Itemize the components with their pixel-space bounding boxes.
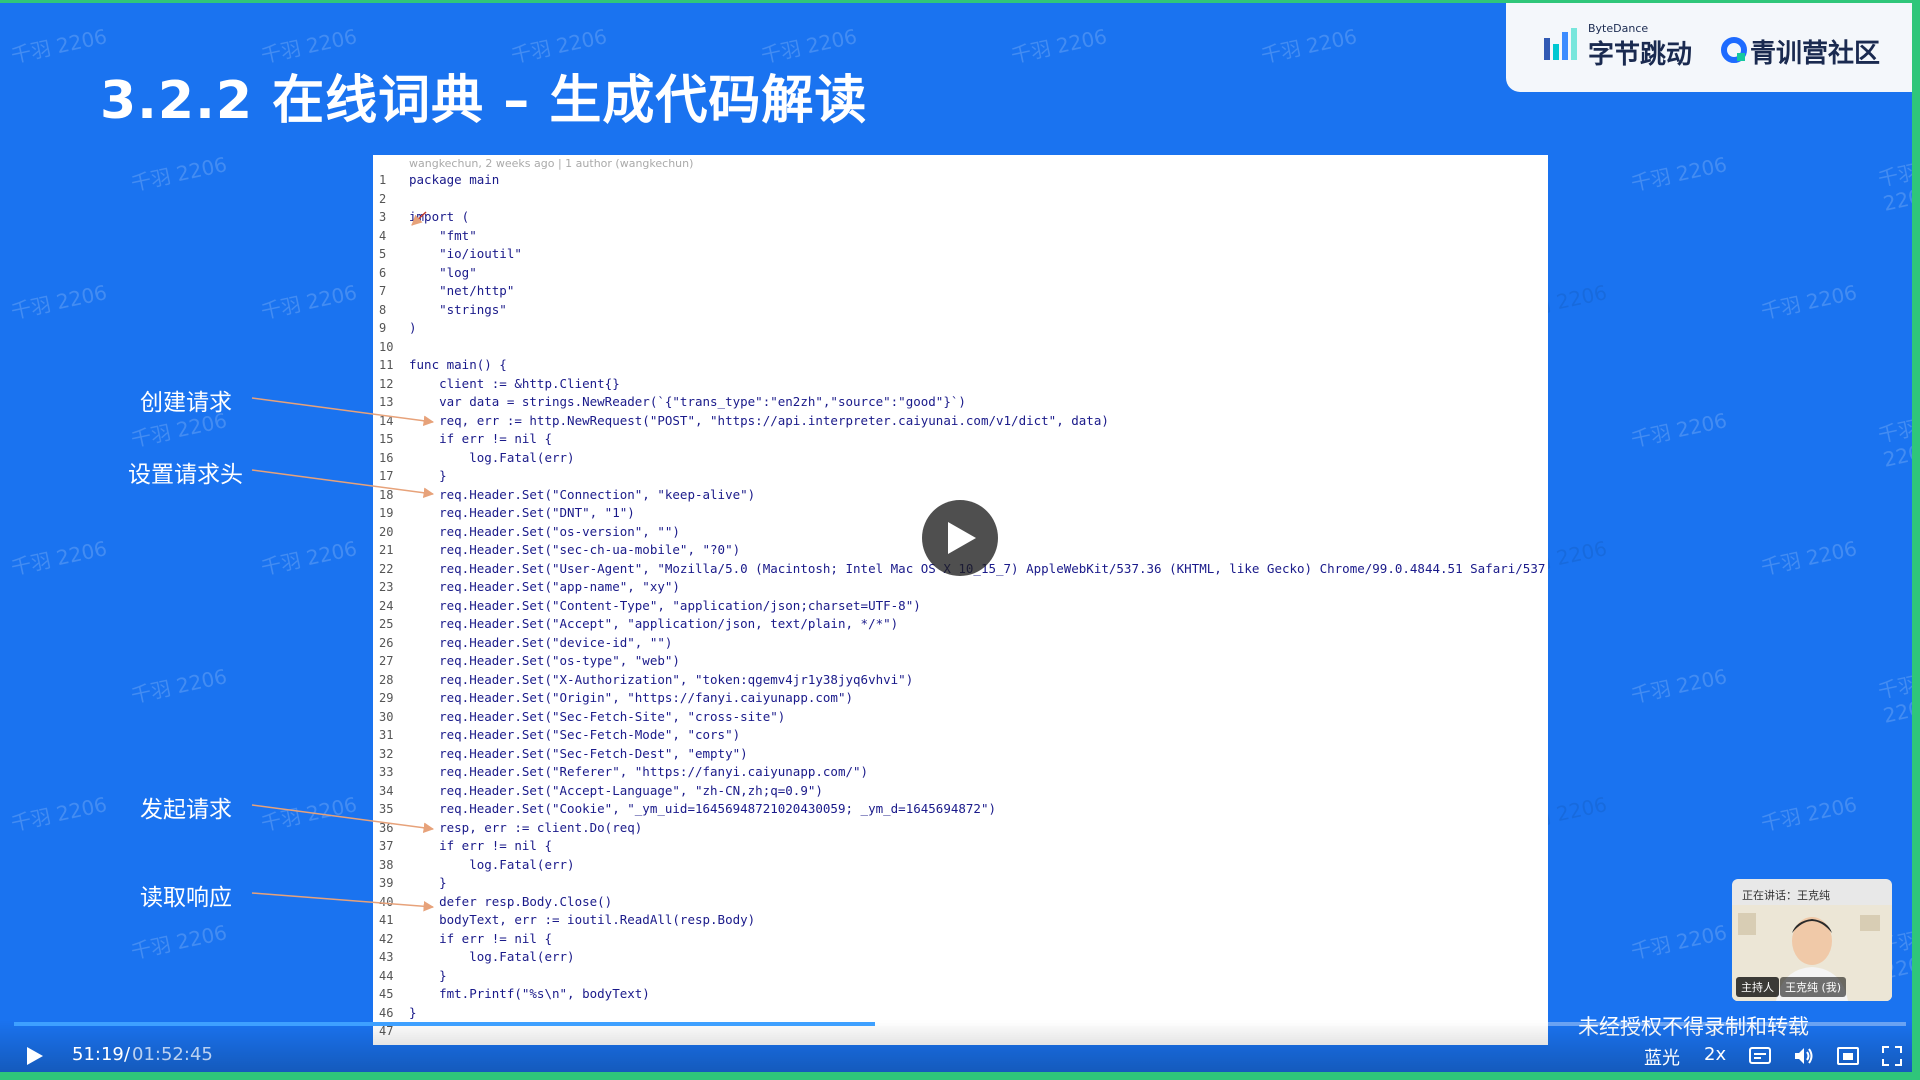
quality-button[interactable]: 蓝光 xyxy=(1644,1044,1680,1070)
frame-border-right xyxy=(1912,0,1920,1080)
current-time: 51:19 xyxy=(72,1044,124,1065)
frame-border-bottom xyxy=(0,1072,1920,1080)
arrow-set-headers xyxy=(251,469,435,498)
play-icon[interactable] xyxy=(22,1044,46,1068)
progress-bar[interactable] xyxy=(14,1022,1906,1026)
speaking-label: 正在讲话：王克纯 xyxy=(1742,889,1830,902)
volume-icon[interactable] xyxy=(1792,1044,1816,1068)
slide: 千羽 2206 千羽 2206 千羽 2206 千羽 2206 千羽 2206 千羽 22… xyxy=(0,0,1920,1080)
play-icon xyxy=(948,522,976,554)
total-time: 01:52:45 xyxy=(132,1044,213,1065)
picture-in-picture-icon[interactable] xyxy=(1836,1044,1860,1068)
speaker-card[interactable]: 正在讲话：王克纯 主持人 王克纯 (我) xyxy=(1732,879,1892,1001)
fullscreen-icon[interactable] xyxy=(1880,1044,1904,1068)
frame-border-top xyxy=(0,0,1920,3)
subtitle-icon[interactable] xyxy=(1748,1044,1772,1068)
progress-fill xyxy=(14,1022,875,1026)
player-controls-bar xyxy=(0,1020,1920,1080)
arrow-read-response xyxy=(251,892,435,912)
cursor-mark xyxy=(411,211,427,226)
center-play-button[interactable] xyxy=(922,500,998,576)
arrow-send-request xyxy=(251,804,435,833)
speaker-name-tag: 王克纯 (我) xyxy=(1780,977,1847,997)
video-player[interactable]: 千羽 2206 千羽 2206 千羽 2206 千羽 2206 千羽 2206 千羽 22… xyxy=(0,0,1920,1080)
time-separator: / xyxy=(124,1044,131,1065)
arrow-create-request xyxy=(251,397,435,426)
speed-button[interactable]: 2x xyxy=(1704,1044,1726,1065)
host-tag: 主持人 xyxy=(1736,977,1779,997)
